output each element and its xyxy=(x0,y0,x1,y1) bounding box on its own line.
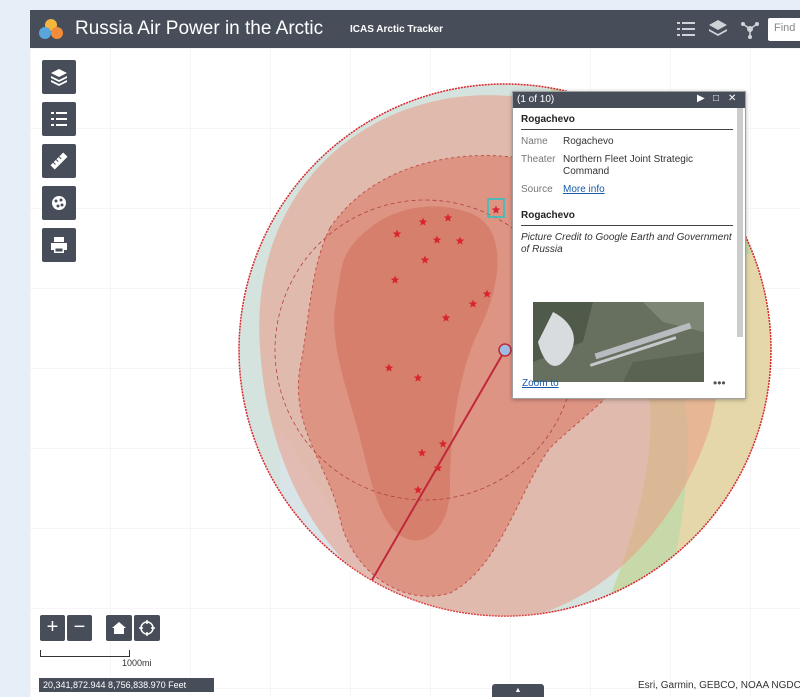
zoom-in-button[interactable]: + xyxy=(40,615,65,641)
field-label: Theater xyxy=(521,154,556,165)
map-view[interactable]: (1 of 10) ▶ □ ✕ Rogachevo Name Rogachevo… xyxy=(30,48,800,697)
layers-button[interactable] xyxy=(42,60,76,94)
more-actions-button[interactable]: ••• xyxy=(713,376,726,390)
legend-icon xyxy=(51,112,67,126)
print-button[interactable] xyxy=(42,228,76,262)
map-attribution: Esri, Garmin, GEBCO, NOAA NGDC xyxy=(638,680,800,691)
layers-icon xyxy=(51,69,67,86)
locate-button[interactable] xyxy=(134,615,160,641)
search-input[interactable]: Find xyxy=(768,18,800,41)
feature-popup[interactable]: (1 of 10) ▶ □ ✕ Rogachevo Name Rogachevo… xyxy=(512,91,746,399)
maximize-icon[interactable]: □ xyxy=(713,93,719,104)
more-info-link[interactable]: More info xyxy=(563,184,729,196)
scale-bar xyxy=(40,650,130,657)
next-feature-icon[interactable]: ▶ xyxy=(697,93,705,104)
measure-icon xyxy=(50,152,68,170)
basemap-gallery-icon xyxy=(52,196,66,210)
popup-scrollbar[interactable] xyxy=(737,108,743,337)
app-window: Russia Air Power in the Arctic ICAS Arct… xyxy=(30,10,800,697)
app-subtitle[interactable]: ICAS Arctic Tracker xyxy=(350,24,443,35)
media-caption: Picture Credit to Google Earth and Gover… xyxy=(521,232,732,255)
satellite-image xyxy=(533,302,704,382)
basemap-gallery-button[interactable] xyxy=(42,186,76,220)
satellite-photo[interactable] xyxy=(533,302,704,382)
field-label: Name xyxy=(521,136,548,147)
legend-icon[interactable] xyxy=(675,18,697,40)
print-icon xyxy=(51,237,67,253)
zoom-out-button[interactable]: − xyxy=(67,615,92,641)
popup-header: (1 of 10) ▶ □ ✕ xyxy=(513,92,745,108)
home-button[interactable] xyxy=(106,615,132,641)
field-value: Northern Fleet Joint Strategic Command xyxy=(563,154,694,177)
legend-button[interactable] xyxy=(42,102,76,136)
app-title: Russia Air Power in the Arctic xyxy=(75,18,324,39)
bottom-panel-toggle[interactable]: ▲ xyxy=(492,684,544,697)
app-logo-icon xyxy=(39,19,63,39)
close-icon[interactable]: ✕ xyxy=(728,93,736,104)
popup-body: Rogachevo Name Rogachevo Theater Norther… xyxy=(521,114,733,256)
measure-button[interactable] xyxy=(42,144,76,178)
app-header: Russia Air Power in the Arctic ICAS Arct… xyxy=(30,10,800,48)
coordinate-readout[interactable]: 20,341,872.944 8,756,838.970 Feet xyxy=(39,678,214,692)
popup-title: Rogachevo xyxy=(521,114,733,130)
popup-count: (1 of 10) xyxy=(517,94,555,105)
media-title: Rogachevo xyxy=(521,210,733,226)
field-row: Source More info xyxy=(521,184,733,196)
location-marker[interactable] xyxy=(498,343,512,357)
zoom-to-link[interactable]: Zoom to xyxy=(522,378,559,389)
field-row: Name Rogachevo xyxy=(521,136,733,148)
scale-label: 1000mi xyxy=(122,658,152,668)
field-label: Source xyxy=(521,184,553,195)
field-row: Theater Northern Fleet Joint Strategic C… xyxy=(521,154,733,178)
locate-icon xyxy=(139,620,155,636)
field-value: Rogachevo xyxy=(563,136,614,147)
layers-icon[interactable] xyxy=(707,18,729,40)
share-icon[interactable] xyxy=(739,18,761,40)
home-icon xyxy=(112,622,126,634)
